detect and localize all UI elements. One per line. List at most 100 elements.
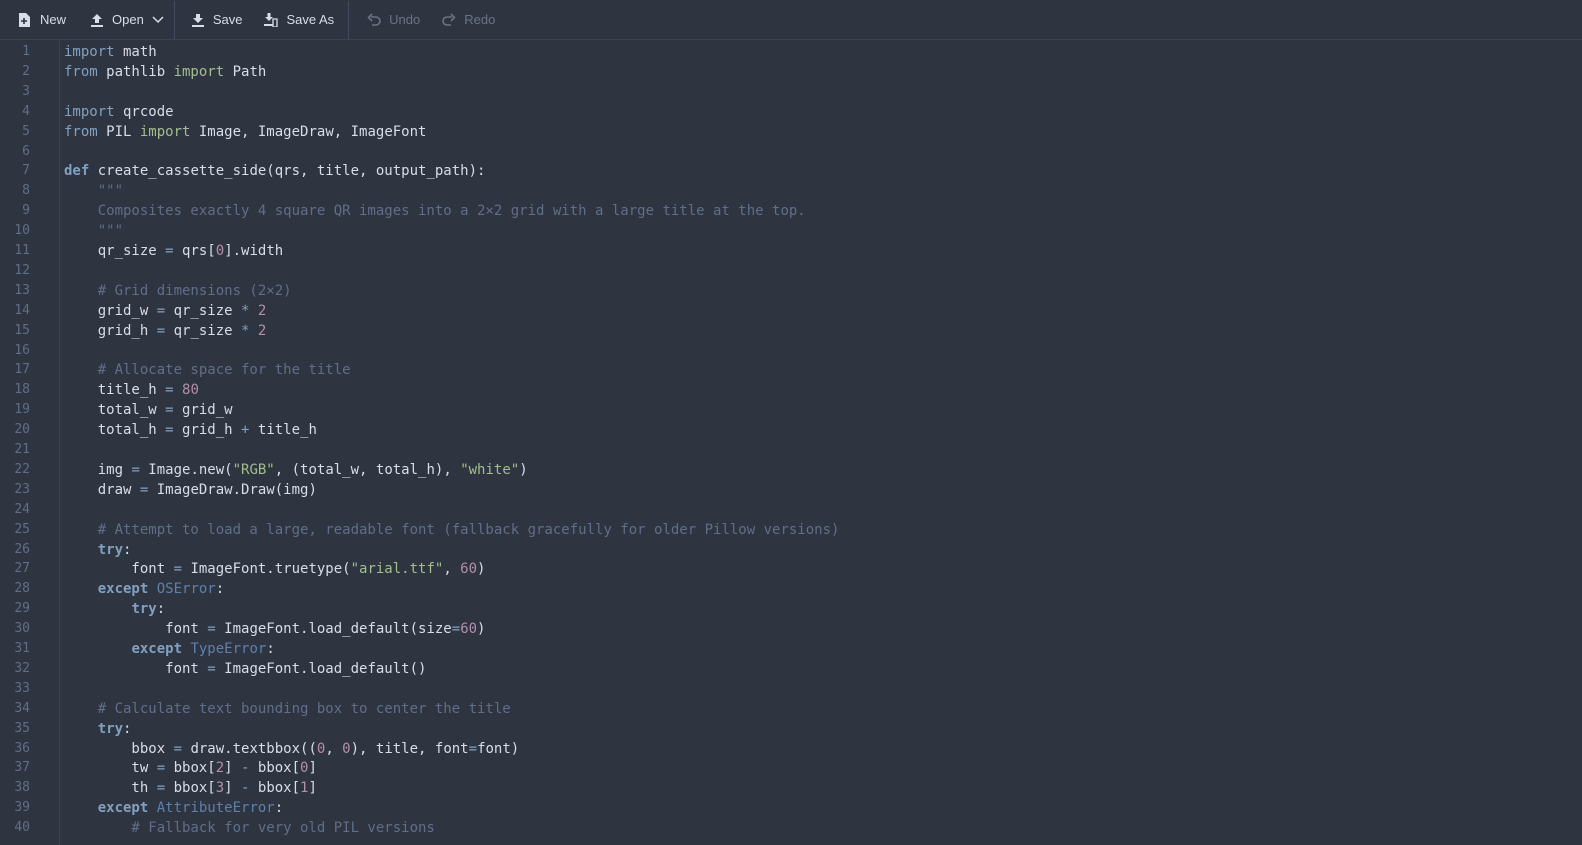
- code-line: 15 grid_h = qr_size * 2: [0, 321, 1582, 341]
- code-text: """: [64, 183, 124, 200]
- code-line: 16: [0, 341, 1582, 361]
- line-number: 11: [14, 243, 30, 258]
- code-line: 40 # Fallback for very old PIL versions: [0, 818, 1582, 838]
- code-line: 19 total_w = grid_w: [0, 400, 1582, 420]
- line-number: 6: [22, 143, 30, 159]
- code-line: 37 tw = bbox[2] - bbox[0]: [0, 758, 1582, 778]
- line-number: 5: [22, 123, 30, 139]
- chevron-down-icon: [152, 11, 164, 29]
- toolbar-divider: [348, 0, 350, 39]
- open-label: Open: [112, 12, 144, 27]
- upload-icon: [90, 13, 104, 27]
- code-text: try:: [97, 541, 132, 558]
- redo-label: Redo: [464, 12, 496, 27]
- line-number: 32: [14, 660, 30, 676]
- code-line: 13 # Grid dimensions (2×2): [0, 281, 1582, 301]
- code-text: from PIL import Image, ImageDraw, ImageF…: [64, 123, 427, 140]
- code-line: 36 bbox = draw.textbbox((0, 0), title, f…: [0, 739, 1582, 759]
- line-number: 34: [14, 700, 30, 716]
- code-text: Composites exactly 4 square QR images in…: [64, 203, 806, 220]
- code-text: font = ImageFont.load_default(size=60): [64, 621, 486, 638]
- new-file-icon: [18, 12, 32, 27]
- line-number: 33: [14, 680, 30, 696]
- code-line: 22 img = Image.new("RGB", (total_w, tota…: [0, 460, 1582, 480]
- code-text: # Calculate text bounding box to center …: [64, 700, 511, 717]
- code-line: 26 try:: [0, 540, 1582, 560]
- line-number: 4: [22, 103, 30, 119]
- code-text: draw = ImageDraw.Draw(img): [64, 481, 317, 498]
- code-text: grid_h = qr_size * 2: [64, 322, 267, 339]
- code-line: 3: [0, 82, 1582, 102]
- code-text: tw = bbox[2] - bbox[0]: [64, 760, 317, 777]
- line-number: 28: [14, 581, 30, 597]
- code-line: 24: [0, 500, 1582, 520]
- code-line: 9 Composites exactly 4 square QR images …: [0, 201, 1582, 221]
- code-text: font = ImageFont.load_default(): [64, 660, 427, 677]
- line-number: 24: [14, 501, 30, 517]
- code-line: 2 from pathlib import Path: [0, 62, 1582, 82]
- code-text: # Fallback for very old PIL versions: [64, 820, 435, 837]
- line-number: 18: [14, 382, 30, 398]
- undo-icon: [367, 12, 381, 27]
- code-line: 11 qr_size = qrs[0].width: [0, 241, 1582, 261]
- code-line: 30 font = ImageFont.load_default(size=60…: [0, 619, 1582, 639]
- line-number: 27: [14, 561, 30, 577]
- line-number: 22: [14, 461, 30, 477]
- code-line: 35 try:: [0, 719, 1582, 739]
- line-number: 29: [14, 601, 30, 617]
- code-line: 31 except TypeError:: [0, 639, 1582, 659]
- save-button[interactable]: Save: [179, 0, 253, 40]
- code-text: grid_w = qr_size * 2: [64, 302, 267, 319]
- line-number: 13: [14, 282, 30, 298]
- code-text: # Attempt to load a large, readable font…: [64, 521, 840, 538]
- save-label: Save: [212, 12, 243, 27]
- line-number: 21: [14, 442, 30, 457]
- code-text: from pathlib import Path: [64, 63, 267, 80]
- code-line: 25 # Attempt to load a large, readable f…: [0, 520, 1582, 540]
- open-button[interactable]: Open: [76, 0, 148, 40]
- line-number: 1: [22, 44, 30, 59]
- code-line: 8 """: [0, 181, 1582, 201]
- line-number: 10: [14, 223, 30, 239]
- new-label: New: [40, 12, 67, 27]
- new-button[interactable]: New: [0, 0, 76, 40]
- code-text: import math: [64, 44, 157, 60]
- save-as-button[interactable]: Save As: [252, 0, 344, 40]
- line-number: 3: [22, 83, 30, 99]
- code-line: 38 th = bbox[3] - bbox[1]: [0, 778, 1582, 798]
- line-number: 9: [22, 203, 30, 219]
- code-editor[interactable]: 1 import math 2 from pathlib import Path 3 4 i…: [0, 41, 1582, 845]
- code-line: 23 draw = ImageDraw.Draw(img): [0, 480, 1582, 500]
- line-number: 2: [22, 63, 30, 79]
- code-text: # Grid dimensions (2×2): [64, 282, 292, 299]
- code-text: """: [64, 223, 124, 240]
- line-number: 39: [14, 800, 30, 816]
- code-line: 34 # Calculate text bounding box to cent…: [0, 699, 1582, 719]
- line-number: 17: [14, 362, 30, 378]
- code-text: try:: [131, 601, 166, 618]
- code-line: 21: [0, 440, 1582, 460]
- code-text: except TypeError:: [131, 641, 275, 657]
- line-number: 36: [14, 740, 30, 756]
- line-number: 40: [14, 820, 30, 836]
- code-line: 7 def create_cassette_side(qrs, title, ou…: [0, 161, 1582, 181]
- code-text: bbox = draw.textbbox((0, 0), title, font…: [64, 740, 520, 757]
- line-number: 30: [14, 621, 30, 637]
- code-text: qr_size = qrs[0].width: [64, 243, 284, 259]
- toolbar: New Open Save Save As Undo Redo: [0, 0, 1582, 40]
- code-text: except OSError:: [97, 581, 225, 598]
- redo-icon: [442, 12, 456, 27]
- open-dropdown-button[interactable]: [148, 0, 170, 40]
- line-number: 31: [14, 641, 30, 656]
- undo-label: Undo: [389, 12, 421, 27]
- code-line: 17 # Allocate space for the title: [0, 360, 1582, 380]
- code-line: 14 grid_w = qr_size * 2: [0, 301, 1582, 321]
- line-number: 12: [14, 262, 30, 278]
- code-text: th = bbox[3] - bbox[1]: [64, 780, 317, 797]
- save-as-label: Save As: [286, 12, 335, 27]
- line-number: 37: [14, 760, 30, 776]
- redo-button[interactable]: Redo: [430, 0, 505, 40]
- line-number: 20: [14, 422, 30, 438]
- code-line: 12: [0, 261, 1582, 281]
- undo-button[interactable]: Undo: [353, 0, 430, 40]
